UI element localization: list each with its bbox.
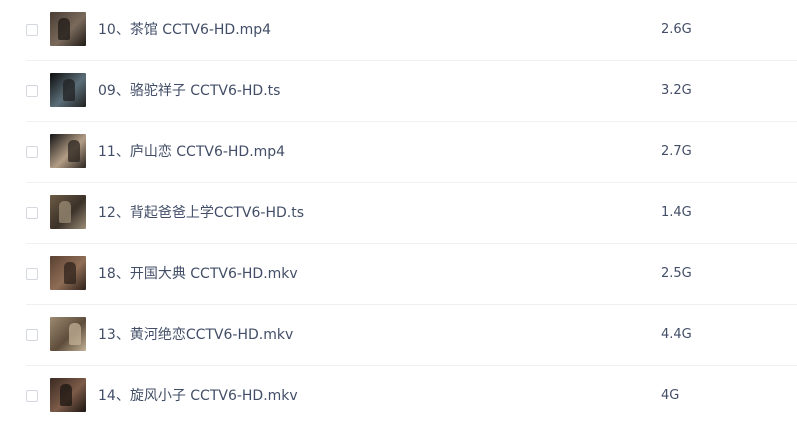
thumbnail-figure	[69, 323, 81, 345]
file-size: 4G	[661, 388, 680, 403]
thumbnail-figure	[63, 79, 75, 101]
video-thumbnail[interactable]	[50, 378, 86, 412]
file-row[interactable]: 11、庐山恋 CCTV6-HD.mp4 2.7G	[26, 122, 797, 183]
file-name[interactable]: 09、骆驼祥子 CCTV6-HD.ts	[98, 82, 280, 100]
file-size: 2.5G	[661, 266, 692, 281]
file-size: 4.4G	[661, 327, 692, 342]
file-name[interactable]: 11、庐山恋 CCTV6-HD.mp4	[98, 143, 285, 161]
row-checkbox[interactable]	[26, 85, 38, 97]
file-size: 2.7G	[661, 144, 692, 159]
row-checkbox[interactable]	[26, 268, 38, 280]
file-size: 3.2G	[661, 83, 692, 98]
file-name[interactable]: 18、开国大典 CCTV6-HD.mkv	[98, 265, 298, 283]
row-checkbox[interactable]	[26, 207, 38, 219]
file-row[interactable]: 10、茶馆 CCTV6-HD.mp4 2.6G	[26, 0, 797, 61]
row-checkbox[interactable]	[26, 146, 38, 158]
file-name[interactable]: 10、茶馆 CCTV6-HD.mp4	[98, 21, 271, 39]
row-checkbox[interactable]	[26, 329, 38, 341]
thumbnail-figure	[58, 18, 70, 40]
file-name[interactable]: 12、背起爸爸上学CCTV6-HD.ts	[98, 204, 304, 222]
file-list: 10、茶馆 CCTV6-HD.mp4 2.6G 09、骆驼祥子 CCTV6-HD…	[0, 0, 797, 427]
file-row[interactable]: 13、黄河绝恋CCTV6-HD.mkv 4.4G	[26, 305, 797, 366]
video-thumbnail[interactable]	[50, 12, 86, 46]
video-thumbnail[interactable]	[50, 317, 86, 351]
video-thumbnail[interactable]	[50, 256, 86, 290]
file-size: 2.6G	[661, 22, 692, 37]
file-row[interactable]: 18、开国大典 CCTV6-HD.mkv 2.5G	[26, 244, 797, 305]
file-row[interactable]: 14、旋风小子 CCTV6-HD.mkv 4G	[26, 366, 797, 427]
thumbnail-figure	[68, 140, 80, 162]
file-row[interactable]: 12、背起爸爸上学CCTV6-HD.ts 1.4G	[26, 183, 797, 244]
video-thumbnail[interactable]	[50, 195, 86, 229]
row-checkbox[interactable]	[26, 390, 38, 402]
file-size: 1.4G	[661, 205, 692, 220]
file-name[interactable]: 13、黄河绝恋CCTV6-HD.mkv	[98, 326, 293, 344]
video-thumbnail[interactable]	[50, 134, 86, 168]
file-name[interactable]: 14、旋风小子 CCTV6-HD.mkv	[98, 387, 298, 405]
thumbnail-figure	[59, 201, 71, 223]
file-row[interactable]: 09、骆驼祥子 CCTV6-HD.ts 3.2G	[26, 61, 797, 122]
thumbnail-figure	[64, 262, 76, 284]
row-checkbox[interactable]	[26, 24, 38, 36]
video-thumbnail[interactable]	[50, 73, 86, 107]
thumbnail-figure	[60, 384, 72, 406]
